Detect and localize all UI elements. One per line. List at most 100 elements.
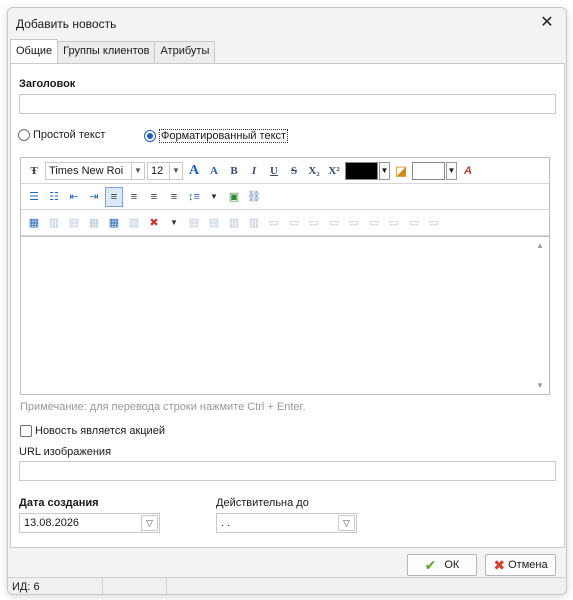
table-row-icon: ▤ <box>68 217 80 229</box>
font-size-value: 12 <box>151 164 164 177</box>
highlight-icon[interactable]: ◪ <box>392 161 410 181</box>
radio-formatted-text[interactable]: Форматированный текст <box>144 129 289 143</box>
cancel-button[interactable]: ✖ Отмена <box>485 554 556 576</box>
radio-plain-text[interactable]: Простой текст <box>18 129 105 141</box>
editor-content-area[interactable]: ▲ ▼ <box>21 236 549 394</box>
delete-row-icon: ▭ <box>308 217 320 229</box>
font-name-select[interactable]: Times New Roi ▼ <box>45 161 145 180</box>
status-divider <box>102 578 103 594</box>
record-id: ИД: 6 <box>12 581 40 593</box>
font-icon: Ŧ <box>30 164 38 177</box>
promo-checkbox-label: Новость является акцией <box>35 425 165 437</box>
dialog-window: Добавить новость ✕ Общие Группы клиентов… <box>7 7 567 595</box>
scroll-up-icon[interactable]: ▲ <box>536 241 544 250</box>
font-name-value: Times New Roi <box>49 164 124 177</box>
bold-button[interactable]: B <box>225 161 243 181</box>
line-spacing-icon[interactable]: ↕≡ <box>185 187 203 207</box>
merge-cells-icon: ▭ <box>268 217 280 229</box>
line-break-note: Примечание: для перевода строки нажмите … <box>20 401 306 413</box>
chevron-down-icon: ▼ <box>131 161 144 180</box>
promo-checkbox-box <box>20 425 32 437</box>
created-date-label: Дата создания <box>19 497 99 509</box>
cell-valign-icon: ▭ <box>408 217 420 229</box>
valid-until-label: Действительна до <box>216 497 309 509</box>
promo-checkbox[interactable]: Новость является акцией <box>20 425 165 437</box>
numbered-list-icon[interactable]: ☷ <box>45 187 63 207</box>
align-center-icon[interactable]: ≡ <box>125 187 143 207</box>
editor-scrollbar[interactable]: ▲ ▼ <box>533 237 549 394</box>
tab-general[interactable]: Общие <box>10 39 59 63</box>
ok-button[interactable]: ✔ ОК <box>407 554 477 576</box>
align-justify-icon[interactable]: ≡ <box>165 187 183 207</box>
chevron-down-icon[interactable]: ▼ <box>205 187 223 207</box>
insert-table-icon[interactable]: ▦ <box>25 213 43 233</box>
chevron-down-icon[interactable]: ▼ <box>379 161 390 180</box>
ok-button-label: ОК <box>444 559 460 571</box>
scroll-down-icon[interactable]: ▼ <box>536 381 544 390</box>
toolbar-row-paragraph: ☰ ☷ ⇤ ⇥ ≡ ≡ ≡ ≡ ↕≡ ▼ ▣ ⛓ <box>21 184 549 210</box>
insert-col-right-icon: ▥ <box>248 217 260 229</box>
underline-button[interactable]: U <box>265 161 283 181</box>
strike-button[interactable]: S <box>285 161 303 181</box>
table-props-icon: ▧ <box>128 217 140 229</box>
split-cells-icon: ▭ <box>288 217 300 229</box>
insert-col-left-icon: ▥ <box>228 217 240 229</box>
font-size-select[interactable]: 12 ▼ <box>147 161 183 180</box>
chevron-down-icon[interactable]: ▼ <box>165 213 183 233</box>
window-title: Добавить новость <box>16 17 117 31</box>
valid-until-value: . . <box>221 517 231 529</box>
clear-format-icon[interactable]: A <box>459 161 477 181</box>
table-cells-icon: ▦ <box>88 217 100 229</box>
close-icon[interactable]: ✕ <box>536 12 558 34</box>
indent-icon[interactable]: ⇥ <box>85 187 103 207</box>
tab-bar: Общие Группы клиентов Атрибуты <box>10 39 216 63</box>
cell-align-center-icon: ▭ <box>368 217 380 229</box>
chevron-down-icon[interactable]: ▽ <box>338 515 355 531</box>
status-divider <box>166 578 167 594</box>
image-url-label: URL изображения <box>19 446 112 458</box>
dialog-footer: ✔ ОК ✖ Отмена <box>8 548 566 578</box>
italic-button[interactable]: I <box>245 161 263 181</box>
superscript-button[interactable]: X² <box>325 161 343 181</box>
delete-table-icon[interactable]: ✖ <box>145 213 163 233</box>
cell-align-left-icon: ▭ <box>348 217 360 229</box>
image-icon[interactable]: ▣ <box>225 187 243 207</box>
checkmark-icon: ✔ <box>424 556 437 573</box>
insert-row-above-icon: ▤ <box>188 217 200 229</box>
table-col-icon: ▥ <box>48 217 60 229</box>
highlight-color-swatch[interactable] <box>412 161 445 180</box>
image-url-input[interactable] <box>19 461 556 481</box>
cell-align-right-icon: ▭ <box>388 217 400 229</box>
shrink-font-button[interactable]: A <box>205 161 223 181</box>
text-color-swatch[interactable] <box>345 161 378 180</box>
link-icon[interactable]: ⛓ <box>245 187 263 207</box>
outdent-icon[interactable]: ⇤ <box>65 187 83 207</box>
toolbar-row-table: ▦ ▥ ▤ ▦ ▦ ▧ ✖ ▼ ▤ ▤ ▥ ▥ ▭ ▭ ▭ ▭ ▭ ▭ ▭ ▭ <box>21 210 549 236</box>
radio-plain-indicator <box>18 129 30 141</box>
created-date-picker[interactable]: 13.08.2026 ▽ <box>19 513 160 533</box>
delete-col-icon: ▭ <box>328 217 340 229</box>
valid-until-picker[interactable]: . . ▽ <box>216 513 357 533</box>
general-panel: Заголовок Простой текст Форматированный … <box>10 63 565 548</box>
radio-plain-label: Простой текст <box>33 129 106 141</box>
radio-formatted-indicator <box>144 130 156 142</box>
chevron-down-icon[interactable]: ▼ <box>446 161 457 180</box>
title-input[interactable] <box>19 94 556 114</box>
cell-border-icon: ▭ <box>428 217 440 229</box>
tab-attributes[interactable]: Атрибуты <box>154 41 216 63</box>
title-field-label: Заголовок <box>19 78 76 90</box>
chevron-down-icon[interactable]: ▽ <box>141 515 158 531</box>
tab-client-groups[interactable]: Группы клиентов <box>57 41 156 63</box>
table-grid-icon[interactable]: ▦ <box>105 213 123 233</box>
align-left-icon[interactable]: ≡ <box>105 186 123 207</box>
toolbar-row-formatting: Ŧ Times New Roi ▼ 12 ▼ A A B I U S X₂ X²… <box>21 158 549 184</box>
grow-font-button[interactable]: A <box>185 161 203 181</box>
chevron-down-icon: ▼ <box>169 161 182 180</box>
align-right-icon[interactable]: ≡ <box>145 187 163 207</box>
subscript-button[interactable]: X₂ <box>305 161 323 181</box>
radio-formatted-label: Форматированный текст <box>159 129 289 143</box>
status-bar: ИД: 6 <box>8 577 566 594</box>
title-bar: Добавить новость ✕ <box>8 8 566 40</box>
bullet-list-icon[interactable]: ☰ <box>25 187 43 207</box>
rich-text-editor: Ŧ Times New Roi ▼ 12 ▼ A A B I U S X₂ X²… <box>20 157 550 395</box>
